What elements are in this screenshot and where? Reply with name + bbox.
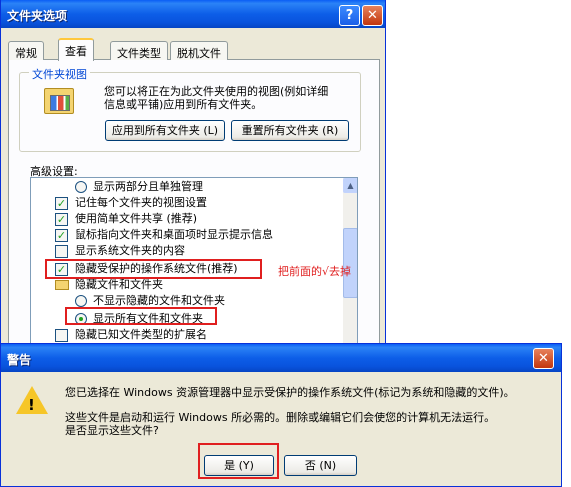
- list-item-label: 隐藏已知文件类型的扩展名: [75, 328, 207, 341]
- list-item-label: 鼠标指向文件夹和桌面项时显示提示信息: [75, 228, 273, 241]
- tab-offline-files[interactable]: 脱机文件: [170, 41, 228, 60]
- description-line-2: 信息或平铺)应用到所有文件夹。: [104, 98, 263, 111]
- highlight-box-hide-protected: [45, 259, 262, 279]
- warning-dialog: 警告 ✕ ! 您已选择在 Windows 资源管理器中显示受保护的操作系统文件(…: [0, 343, 562, 487]
- window-title: 文件夹选项: [7, 9, 68, 23]
- folder-options-titlebar[interactable]: 文件夹选项 ? ✕: [1, 0, 385, 28]
- radio-button[interactable]: [75, 181, 87, 193]
- list-item-label: 显示系统文件夹的内容: [75, 244, 185, 257]
- checkbox[interactable]: [55, 245, 68, 258]
- close-button[interactable]: ✕: [362, 5, 383, 26]
- list-item-label: 记住每个文件夹的视图设置: [75, 196, 207, 209]
- folder-icon: [55, 280, 69, 290]
- warning-titlebar[interactable]: 警告 ✕: [1, 344, 561, 372]
- scroll-up-icon[interactable]: ▲: [343, 178, 357, 193]
- checkbox[interactable]: ✓: [55, 213, 68, 226]
- tab-view[interactable]: 查看: [58, 38, 94, 61]
- annotation-text: 把前面的√去掉: [278, 265, 352, 278]
- list-item-label: 隐藏文件和文件夹: [75, 278, 163, 291]
- no-button[interactable]: 否 (N): [284, 455, 357, 476]
- folder-view-icon: [44, 88, 74, 114]
- list-item[interactable]: ✓ 鼠标指向文件夹和桌面项时显示提示信息: [31, 227, 341, 243]
- help-button[interactable]: ?: [339, 5, 360, 26]
- highlight-box-show-all: [65, 307, 217, 325]
- warning-exclamation: !: [28, 396, 35, 414]
- list-item[interactable]: ✓ 记住每个文件夹的视图设置: [31, 195, 341, 211]
- folder-view-legend: 文件夹视图: [29, 66, 90, 82]
- reset-all-folders-button[interactable]: 重置所有文件夹 (R): [231, 120, 349, 141]
- dialog-close-button[interactable]: ✕: [533, 348, 554, 369]
- list-item[interactable]: 显示两部分且单独管理: [31, 179, 341, 195]
- folder-view-description: 您可以将正在为此文件夹使用的视图(例如详细 信息或平铺)应用到所有文件夹。: [104, 85, 354, 111]
- close-icon: ✕: [367, 8, 378, 23]
- dialog-title: 警告: [7, 353, 32, 367]
- help-icon: ?: [345, 8, 354, 23]
- tab-general[interactable]: 常规: [8, 41, 44, 60]
- checkbox[interactable]: ✓: [55, 229, 68, 242]
- checkbox[interactable]: ✓: [55, 197, 68, 210]
- checkbox[interactable]: [55, 329, 68, 342]
- list-item: 隐藏文件和文件夹: [31, 277, 341, 293]
- description-line-1: 您可以将正在为此文件夹使用的视图(例如详细: [104, 85, 329, 98]
- list-item[interactable]: 显示系统文件夹的内容: [31, 243, 341, 259]
- apply-to-all-folders-button[interactable]: 应用到所有文件夹 (L): [105, 120, 225, 141]
- warning-message-1: 您已选择在 Windows 资源管理器中显示受保护的操作系统文件(标记为系统和隐…: [65, 386, 515, 399]
- close-icon: ✕: [538, 351, 549, 366]
- tab-file-types[interactable]: 文件类型: [110, 41, 168, 60]
- list-item[interactable]: 隐藏已知文件类型的扩展名: [31, 327, 341, 343]
- list-item[interactable]: ✓ 使用简单文件共享 (推荐): [31, 211, 341, 227]
- radio-button[interactable]: [75, 295, 87, 307]
- list-item-label: 显示两部分且单独管理: [93, 180, 203, 193]
- yes-button[interactable]: 是 (Y): [204, 455, 274, 476]
- warning-message-3: 是否显示这些文件?: [65, 424, 159, 437]
- folder-options-window: 文件夹选项 ? ✕ 常规 查看 文件类型 脱机文件 文件夹视图 您可以将正在为此…: [0, 0, 386, 350]
- list-item-label: 使用简单文件共享 (推荐): [75, 212, 198, 225]
